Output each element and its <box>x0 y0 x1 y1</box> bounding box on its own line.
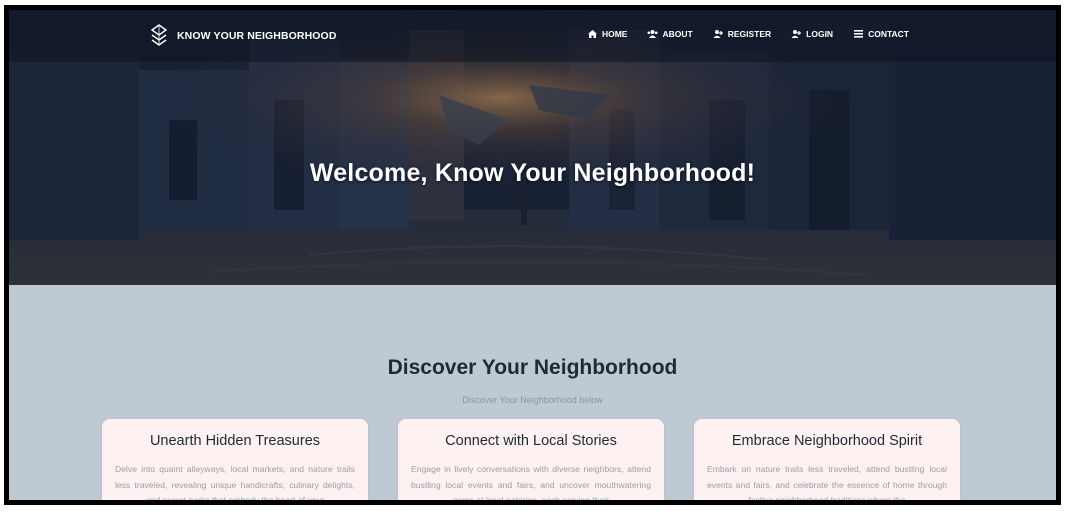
card-title: Connect with Local Stories <box>445 433 617 449</box>
feature-card: Unearth Hidden Treasures Delve into quai… <box>102 419 368 505</box>
card-title: Unearth Hidden Treasures <box>149 433 321 449</box>
brand-name: KNOW YOUR NEIGHBORHOOD <box>177 30 337 42</box>
browser-viewport: KNOW YOUR NEIGHBORHOOD HOME ABOUT REGIST… <box>4 5 1061 505</box>
brand[interactable]: KNOW YOUR NEIGHBORHOOD <box>149 24 337 48</box>
section-title: Discover Your Neighborhood <box>387 356 678 379</box>
list-icon <box>854 30 864 38</box>
nav-home-label: HOME <box>601 29 628 39</box>
nav-contact-label: CONTACT <box>868 29 909 39</box>
users-icon <box>647 30 658 38</box>
nav-login[interactable]: LOGIN <box>791 29 833 39</box>
card-title: Embrace Neighborhood Spirit <box>731 433 923 449</box>
top-navbar: KNOW YOUR NEIGHBORHOOD HOME ABOUT REGIST… <box>9 10 1056 62</box>
nav-about[interactable]: ABOUT <box>647 29 693 39</box>
nav-about-label: ABOUT <box>662 29 693 39</box>
card-text: Delve into quaint alleyways, local marke… <box>115 464 355 505</box>
main-nav: HOME ABOUT REGISTER LOGIN CONTACT <box>587 29 909 39</box>
feature-card: Embrace Neighborhood Spirit Embark on na… <box>694 419 960 505</box>
card-text: Embark on nature trails less traveled, a… <box>707 464 947 505</box>
card-text: Engage in lively conversations with dive… <box>411 464 651 505</box>
user-login-icon <box>791 30 802 38</box>
feature-card: Connect with Local Stories Engage in liv… <box>398 419 664 505</box>
home-icon <box>587 30 597 38</box>
section-subtitle: Discover Your Neighborhood below <box>462 395 603 405</box>
nav-home[interactable]: HOME <box>587 29 628 39</box>
hero-banner: KNOW YOUR NEIGHBORHOOD HOME ABOUT REGIST… <box>9 10 1056 285</box>
nav-login-label: LOGIN <box>806 29 834 39</box>
user-plus-icon <box>713 30 723 38</box>
hero-title: Welcome, Know Your Neighborhood! <box>309 159 756 187</box>
brand-logo-icon <box>150 24 168 46</box>
nav-contact[interactable]: CONTACT <box>853 29 909 39</box>
nav-register[interactable]: REGISTER <box>713 29 771 39</box>
nav-register-label: REGISTER <box>727 29 772 39</box>
